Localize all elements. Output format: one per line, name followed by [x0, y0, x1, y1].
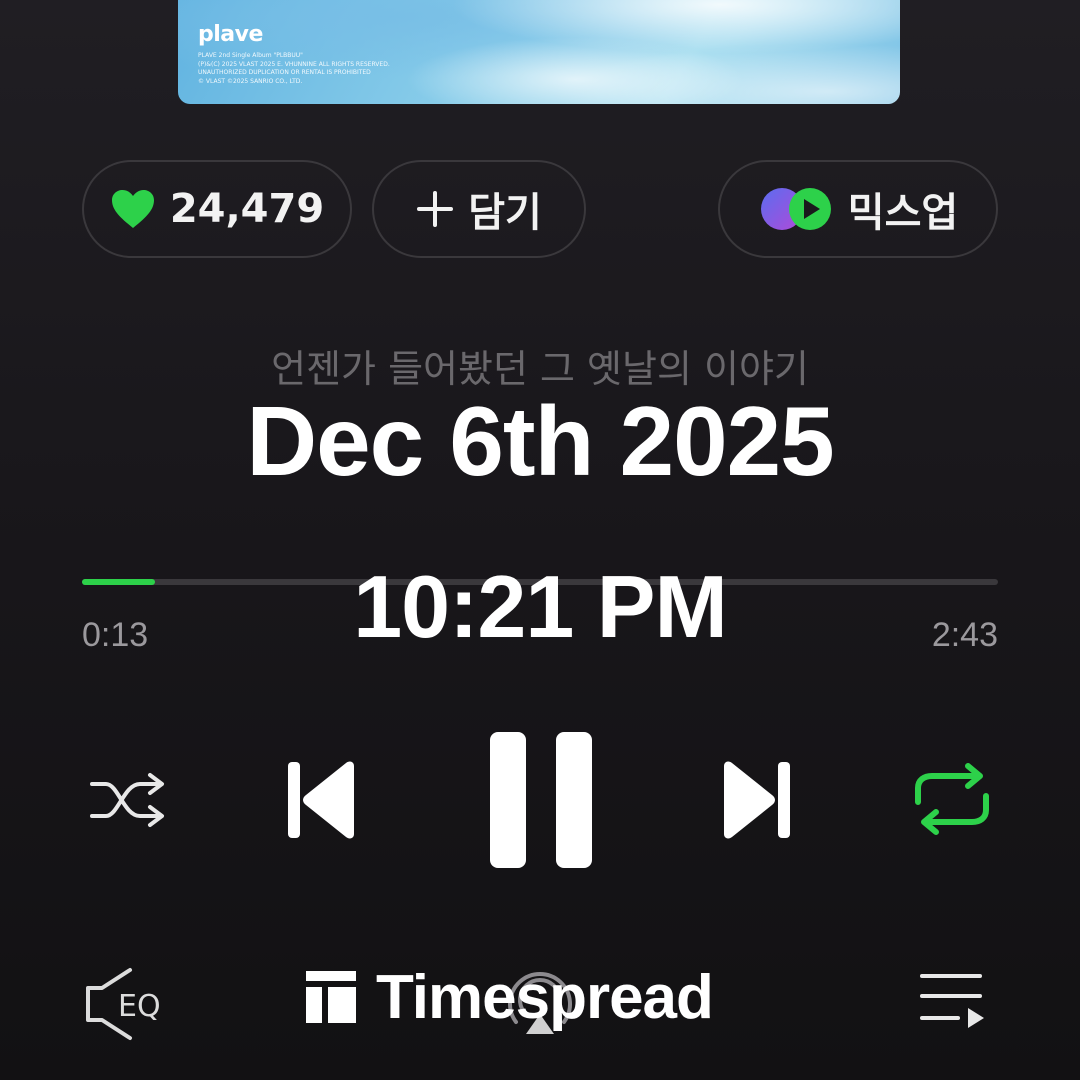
album-brand-logo: plave: [198, 22, 263, 47]
like-button[interactable]: 24,479: [82, 160, 352, 258]
shuffle-icon: [90, 773, 164, 827]
heart-icon: [110, 188, 156, 230]
timespread-logo-icon: [306, 971, 356, 1023]
pause-button[interactable]: [486, 730, 596, 870]
eq-button[interactable]: EQ: [82, 966, 182, 1042]
timespread-watermark: Timespread: [304, 960, 714, 1034]
mixup-label: 믹스업: [847, 190, 959, 236]
overlay-time: 10:21 PM: [353, 557, 728, 656]
mixup-button[interactable]: 믹스업: [718, 160, 998, 258]
mixup-icon: [758, 186, 834, 232]
watermark-text: Timespread: [376, 962, 714, 1032]
album-art[interactable]: plave PLAVE 2nd Single Album "PLBBUU" (P…: [178, 0, 900, 104]
eq-icon: EQ: [86, 968, 161, 1040]
overlay-date: Dec 6th 2025: [246, 386, 834, 496]
eq-label: EQ: [118, 989, 161, 1024]
pause-icon: [490, 732, 592, 868]
plus-icon: [416, 190, 454, 228]
add-label: 담기: [468, 190, 542, 236]
next-button[interactable]: [718, 758, 794, 842]
add-to-playlist-button[interactable]: 담기: [372, 160, 586, 258]
queue-icon: [920, 974, 984, 1028]
repeat-button[interactable]: [912, 762, 992, 836]
skip-next-icon: [724, 761, 790, 839]
repeat-icon: [915, 763, 989, 835]
skip-previous-icon: [288, 761, 354, 839]
previous-button[interactable]: [284, 758, 360, 842]
album-fine-print: PLAVE 2nd Single Album "PLBBUU" (P)&(C) …: [198, 52, 390, 85]
queue-button[interactable]: [916, 968, 990, 1038]
like-count: 24,479: [169, 186, 325, 232]
shuffle-button[interactable]: [88, 768, 168, 832]
